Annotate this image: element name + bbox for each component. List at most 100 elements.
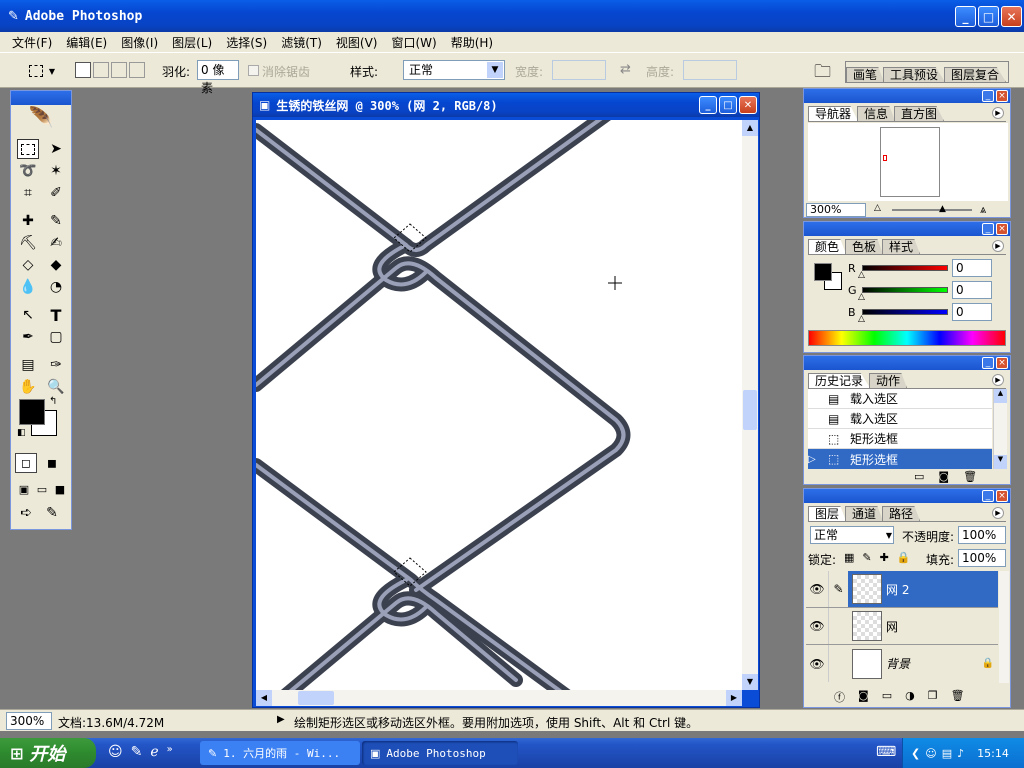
blend-mode-select[interactable]: 正常 ▼: [810, 526, 894, 544]
tab-histogram[interactable]: 直方图: [894, 106, 945, 121]
g-value-input[interactable]: 0: [952, 281, 992, 299]
magic-wand-tool-icon[interactable]: ✶: [45, 161, 67, 181]
jump-to-imageready-icon[interactable]: ➪: [15, 503, 37, 523]
scroll-right-arrow[interactable]: ▶: [726, 690, 742, 706]
doc-close-button[interactable]: ✕: [739, 96, 757, 114]
swap-colors-icon[interactable]: ↰: [49, 396, 57, 407]
g-slider[interactable]: [862, 287, 948, 293]
eraser-tool-icon[interactable]: ◇: [17, 255, 39, 275]
crop-tool-icon[interactable]: ⌗: [17, 183, 39, 203]
layer-style-icon[interactable]: ⓕ: [834, 689, 845, 705]
tab-color[interactable]: 颜色: [808, 239, 847, 254]
doc-maximize-button[interactable]: □: [719, 96, 737, 114]
navigator-view-box[interactable]: [883, 155, 887, 161]
shape-tool-icon[interactable]: ▢: [45, 327, 67, 347]
navigator-menu-icon[interactable]: ▶: [992, 107, 1004, 119]
layers-title-bar[interactable]: _ ×: [804, 489, 1010, 503]
r-value-input[interactable]: 0: [952, 259, 992, 277]
vertical-scroll-thumb[interactable]: [743, 390, 757, 430]
canvas[interactable]: [256, 120, 742, 690]
height-input[interactable]: [683, 60, 737, 80]
zoom-tool-icon[interactable]: 🔍: [45, 377, 67, 397]
screen-mode-menubar-icon[interactable]: ▭: [33, 479, 51, 499]
quicklaunch-more-icon[interactable]: »: [167, 744, 173, 760]
menu-layer[interactable]: 图层(L): [165, 34, 219, 51]
history-scrollbar[interactable]: ▲ ▼: [993, 389, 1007, 469]
navigator-zoom-slider[interactable]: [892, 209, 972, 211]
new-layer-icon[interactable]: ❐: [928, 689, 938, 705]
new-selection-icon[interactable]: [75, 62, 91, 78]
tab-styles[interactable]: 样式: [882, 239, 921, 254]
quick-mask-icon[interactable]: ◼: [41, 453, 63, 473]
navigator-title-bar[interactable]: _ ×: [804, 89, 1010, 103]
history-state-slider-icon[interactable]: ▷: [808, 454, 828, 465]
menu-select[interactable]: 选择(S): [219, 34, 274, 51]
layers-scrollbar[interactable]: [999, 571, 1009, 683]
toolbox-title-bar[interactable]: [11, 91, 71, 105]
ie-icon[interactable]: ℯ: [150, 744, 158, 760]
layer-link-slot[interactable]: [828, 645, 848, 682]
history-item-selected[interactable]: ▷ ⬚ 矩形选框: [808, 449, 992, 469]
r-slider-thumb[interactable]: △: [858, 270, 865, 280]
b-slider-thumb[interactable]: △: [858, 314, 865, 324]
add-selection-icon[interactable]: [93, 62, 109, 78]
menu-file[interactable]: 文件(F): [5, 34, 59, 51]
layer-mask-icon[interactable]: ◙: [858, 689, 869, 705]
scroll-left-arrow[interactable]: ◀: [256, 690, 272, 706]
fill-input[interactable]: 100%: [958, 549, 1006, 567]
screen-mode-full-icon[interactable]: ■: [51, 479, 69, 499]
qq-icon[interactable]: ☺: [108, 744, 123, 760]
eye-icon[interactable]: 👁: [806, 619, 828, 633]
history-item[interactable]: ▤ 载入选区: [808, 409, 992, 429]
tray-network-icon[interactable]: ▤: [942, 747, 952, 760]
task-button-2[interactable]: ▣ Adobe Photoshop: [362, 741, 518, 765]
menu-window[interactable]: 窗口(W): [384, 34, 443, 51]
tab-channels[interactable]: 通道: [845, 506, 884, 521]
pen-tool-icon[interactable]: ✒: [17, 327, 39, 347]
type-tool-icon[interactable]: T: [45, 305, 67, 325]
status-menu-arrow-icon[interactable]: ▶: [277, 714, 285, 725]
delete-layer-icon[interactable]: 🗑: [951, 689, 965, 705]
slice-tool-icon[interactable]: ✐: [45, 183, 67, 203]
tray-qq-icon[interactable]: ☺: [925, 747, 936, 760]
lasso-tool-icon[interactable]: ➰: [17, 161, 39, 181]
menu-edit[interactable]: 编辑(E): [59, 34, 114, 51]
zoom-slider-thumb[interactable]: ▲: [939, 204, 946, 214]
new-document-from-state-icon[interactable]: ▭: [914, 470, 924, 483]
color-spectrum-bar[interactable]: [808, 330, 1006, 346]
color-fg-swatch[interactable]: [814, 263, 832, 281]
status-zoom-field[interactable]: 300%: [6, 712, 52, 730]
lock-all-icon[interactable]: 🔒: [897, 551, 911, 564]
r-slider[interactable]: [862, 265, 948, 271]
new-group-icon[interactable]: ▭: [882, 689, 892, 705]
menu-image[interactable]: 图像(I): [114, 34, 165, 51]
marquee-preset-button[interactable]: ▼: [22, 61, 62, 81]
tab-layers[interactable]: 图层: [808, 506, 847, 521]
layers-menu-icon[interactable]: ▶: [992, 507, 1004, 519]
menu-view[interactable]: 视图(V): [329, 34, 385, 51]
delete-state-icon[interactable]: 🗑: [963, 470, 977, 483]
eyedropper-tool-icon[interactable]: ✑: [45, 355, 67, 375]
palette-well-icon[interactable]: 🗀: [814, 59, 831, 88]
tab-navigator[interactable]: 导航器: [808, 106, 859, 121]
g-slider-thumb[interactable]: △: [858, 292, 865, 302]
navigator-preview[interactable]: [808, 123, 1008, 201]
eye-icon[interactable]: 👁: [806, 571, 828, 607]
opacity-input[interactable]: 100%: [958, 526, 1006, 544]
lock-pixels-icon[interactable]: ✎: [862, 551, 871, 564]
tray-expand-icon[interactable]: ❮: [911, 747, 920, 760]
width-input[interactable]: [552, 60, 606, 80]
screen-mode-standard-icon[interactable]: ▣: [15, 479, 33, 499]
brush-link-icon[interactable]: ✎: [828, 571, 848, 607]
history-item[interactable]: ⬚ 矩形选框: [808, 429, 992, 449]
swap-icon[interactable]: ⇄: [620, 62, 631, 77]
vertical-scrollbar[interactable]: ▲ ▼: [742, 120, 758, 690]
layer-row[interactable]: 👁 网: [806, 608, 998, 645]
path-selection-tool-icon[interactable]: ↖: [17, 305, 39, 325]
quicklaunch-app-icon[interactable]: ✎: [131, 744, 143, 760]
default-colors-icon[interactable]: ◧: [17, 428, 26, 438]
color-menu-icon[interactable]: ▶: [992, 240, 1004, 252]
scroll-up-arrow[interactable]: ▲: [742, 120, 758, 136]
history-title-bar[interactable]: _ ×: [804, 356, 1010, 370]
color-title-bar[interactable]: _ ×: [804, 222, 1010, 236]
